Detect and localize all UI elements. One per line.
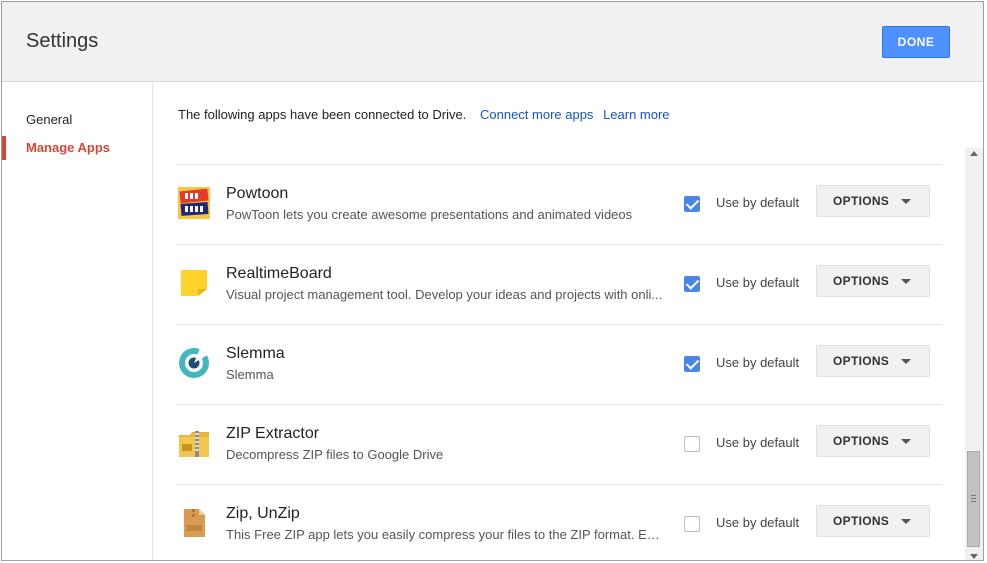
app-row-zip-extractor: ZIP Extractor Decompress ZIP files to Go…: [178, 404, 942, 484]
options-label: OPTIONS: [833, 274, 890, 288]
intro-line: The following apps have been connected t…: [178, 107, 670, 122]
use-by-default-label: Use by default: [716, 515, 800, 530]
options-label: OPTIONS: [833, 514, 890, 528]
app-row-zip-unzip: Zip, UnZip This Free ZIP app lets you ea…: [178, 484, 942, 560]
app-description: Decompress ZIP files to Google Drive: [226, 447, 444, 462]
learn-more-link[interactable]: Learn more: [603, 107, 669, 122]
app-description: Visual project management tool. Develop …: [226, 287, 663, 302]
settings-dialog: Settings DONE General Manage Apps The fo…: [1, 1, 984, 561]
scrollbar[interactable]: [965, 148, 983, 560]
slemma-icon: [178, 347, 210, 379]
app-name: Powtoon: [226, 185, 289, 202]
use-by-default-checkbox[interactable]: [684, 356, 700, 372]
app-row-realtimeboard: RealtimeBoard Visual project management …: [178, 244, 942, 324]
dialog-header: Settings DONE: [2, 2, 983, 82]
options-label: OPTIONS: [833, 354, 890, 368]
page-title: Settings: [26, 30, 99, 52]
caret-down-icon: [901, 199, 911, 204]
use-by-default-checkbox[interactable]: [684, 276, 700, 292]
app-name: RealtimeBoard: [226, 265, 332, 282]
caret-down-icon: [901, 439, 911, 444]
connect-more-apps-link[interactable]: Connect more apps: [480, 107, 593, 122]
caret-down-icon: [901, 519, 911, 524]
caret-down-icon: [901, 359, 911, 364]
main-content: The following apps have been connected t…: [154, 83, 983, 560]
options-label: OPTIONS: [833, 434, 890, 448]
caret-down-icon: [901, 279, 911, 284]
app-name: Zip, UnZip: [226, 505, 300, 522]
zip-extractor-icon: [178, 427, 210, 459]
app-row-slemma: Slemma Slemma Use by default OPTIONS: [178, 324, 942, 404]
sidebar: General Manage Apps: [2, 83, 153, 560]
app-description: This Free ZIP app lets you easily compre…: [226, 527, 666, 542]
app-name: ZIP Extractor: [226, 425, 320, 442]
use-by-default-checkbox[interactable]: [684, 516, 700, 532]
use-by-default-label: Use by default: [716, 355, 800, 370]
scroll-down-arrow-icon[interactable]: [970, 554, 978, 559]
intro-text: The following apps have been connected t…: [178, 107, 467, 122]
sidebar-item-manage-apps[interactable]: Manage Apps: [2, 136, 152, 160]
scroll-up-arrow-icon[interactable]: [970, 151, 978, 156]
app-description: PowToon lets you create awesome presenta…: [226, 207, 633, 222]
use-by-default-checkbox[interactable]: [684, 436, 700, 452]
app-name: Slemma: [226, 345, 285, 362]
options-button[interactable]: OPTIONS: [816, 265, 930, 297]
use-by-default-checkbox[interactable]: [684, 196, 700, 212]
done-button[interactable]: DONE: [882, 26, 950, 58]
grip-icon: [971, 495, 976, 502]
options-button[interactable]: OPTIONS: [816, 345, 930, 377]
options-button[interactable]: OPTIONS: [816, 425, 930, 457]
options-button[interactable]: OPTIONS: [816, 505, 930, 537]
scrollbar-thumb[interactable]: [967, 451, 980, 547]
zip-unzip-icon: [178, 507, 210, 539]
use-by-default-label: Use by default: [716, 195, 800, 210]
powtoon-icon: [178, 187, 210, 219]
sidebar-item-general[interactable]: General: [2, 108, 152, 132]
options-button[interactable]: OPTIONS: [816, 185, 930, 217]
app-row-powtoon: Powtoon PowToon lets you create awesome …: [178, 164, 942, 244]
options-label: OPTIONS: [833, 194, 890, 208]
use-by-default-label: Use by default: [716, 435, 800, 450]
app-description: Slemma: [226, 367, 274, 382]
realtimeboard-icon: [178, 267, 210, 299]
use-by-default-label: Use by default: [716, 275, 800, 290]
